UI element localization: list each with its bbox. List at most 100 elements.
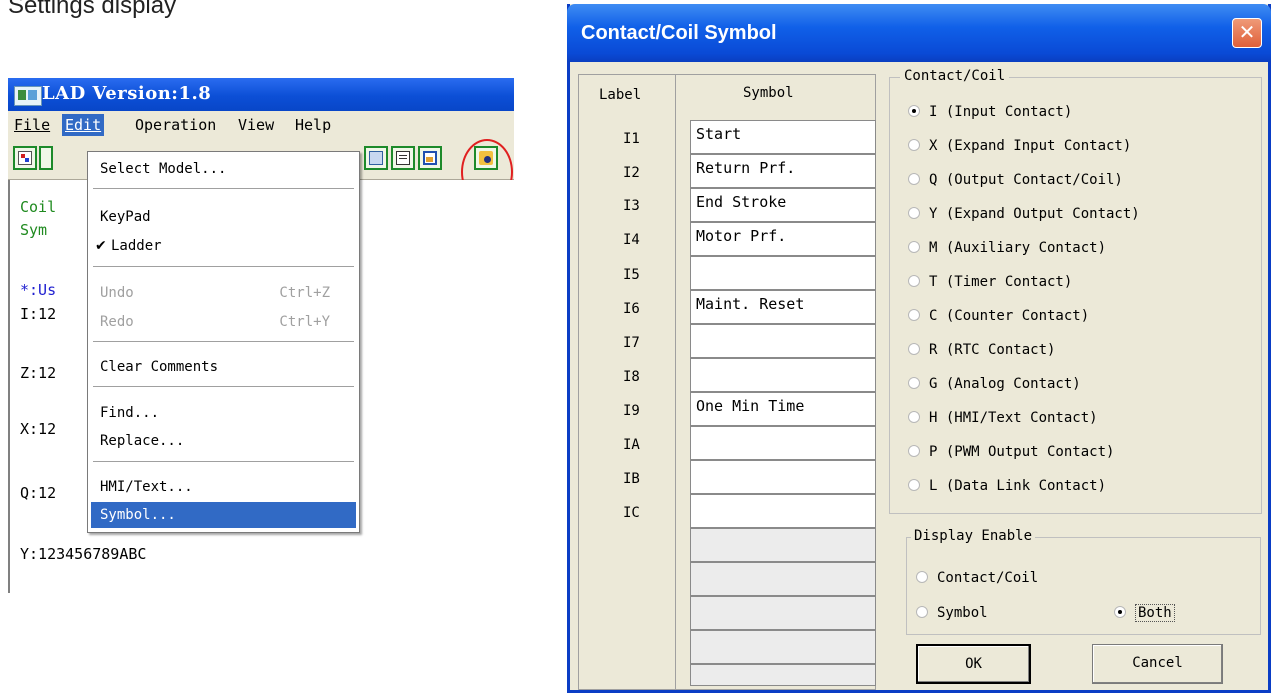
ok-button[interactable]: OK: [916, 644, 1031, 684]
dialog-title: Contact/Coil Symbol: [581, 22, 777, 44]
symbol-input[interactable]: [690, 324, 876, 358]
page-caption: Settings display: [8, 0, 177, 19]
menu-find[interactable]: Find...: [91, 400, 356, 426]
radio-input-contact[interactable]: I (Input Contact): [908, 104, 1072, 120]
monitor-button[interactable]: [364, 146, 388, 170]
menu-view-label: View: [238, 116, 275, 134]
symbol-input-disabled: [690, 630, 876, 664]
radio-expand-input-contact[interactable]: X (Expand Input Contact): [908, 138, 1131, 154]
row-label: I1: [623, 131, 640, 147]
radio-analog-contact[interactable]: G (Analog Contact): [908, 376, 1081, 392]
symbol-input[interactable]: Start: [690, 120, 876, 154]
close-button[interactable]: ✕: [1232, 18, 1262, 48]
radio-label: M (Auxiliary Contact): [929, 240, 1107, 256]
radio-display-symbol[interactable]: Symbol: [916, 605, 988, 621]
radio-dot-icon: [1114, 606, 1126, 618]
menu-separator: [93, 386, 354, 387]
content-line: Sym: [20, 221, 48, 239]
symbol-input[interactable]: [690, 460, 876, 494]
symbol-input[interactable]: End Stroke: [690, 188, 876, 222]
content-line: *:Us: [20, 281, 57, 299]
radio-timer-contact[interactable]: T (Timer Contact): [908, 274, 1072, 290]
menu-ladder[interactable]: ✔ Ladder: [91, 233, 356, 259]
content-line: Y:123456789ABC: [20, 545, 147, 563]
menu-help[interactable]: Help: [292, 114, 334, 136]
symbol-input[interactable]: [690, 426, 876, 460]
redo-shortcut: Ctrl+Y: [279, 314, 330, 330]
radio-label: X (Expand Input Contact): [929, 138, 1132, 154]
symbol-input[interactable]: Motor Prf.: [690, 222, 876, 256]
menu-operation[interactable]: Operation: [132, 114, 219, 136]
radio-pwm-output-contact[interactable]: P (PWM Output Contact): [908, 444, 1114, 460]
dialog-title-bar: Contact/Coil Symbol ✕: [567, 4, 1271, 62]
radio-dot-icon: [908, 343, 920, 355]
symbol-input[interactable]: Maint. Reset: [690, 290, 876, 324]
display-enable-group: Display Enable Contact/Coil Symbol Both: [906, 528, 1261, 635]
lad-window-title: LAD Version:1.8: [42, 83, 212, 104]
menu-hmi-text[interactable]: HMI/Text...: [91, 474, 356, 500]
radio-expand-output-contact[interactable]: Y (Expand Output Contact): [908, 206, 1140, 222]
radio-dot-icon: [916, 571, 928, 583]
menu-operation-label: Operation: [135, 116, 217, 134]
radio-label: L (Data Link Contact): [929, 478, 1107, 494]
undo-shortcut: Ctrl+Z: [279, 285, 330, 301]
radio-dot-icon: [908, 241, 920, 253]
menu-separator: [93, 461, 354, 462]
menu-edit-label: Edit: [65, 116, 102, 134]
content-line: Z:12: [20, 364, 57, 382]
row-label: I8: [623, 369, 640, 385]
symbol-input[interactable]: One Min Time: [690, 392, 876, 426]
radio-label: R (RTC Contact): [929, 342, 1056, 358]
radio-data-link-contact[interactable]: L (Data Link Contact): [908, 478, 1106, 494]
column-divider: [675, 75, 676, 689]
radio-dot-icon: [908, 207, 920, 219]
radio-label: H (HMI/Text Contact): [929, 410, 1098, 426]
radio-display-contact-coil[interactable]: Contact/Coil: [916, 570, 1038, 586]
radio-dot-icon: [908, 173, 920, 185]
menu-clear-comments[interactable]: Clear Comments: [91, 354, 356, 380]
symbol-input-disabled: [690, 596, 876, 630]
radio-label: T (Timer Contact): [929, 274, 1073, 290]
radio-label: Y (Expand Output Contact): [929, 206, 1140, 222]
menu-select-model[interactable]: Select Model...: [91, 156, 356, 182]
radio-label: Q (Output Contact/Coil): [929, 172, 1123, 188]
list-icon: [396, 151, 410, 165]
menu-redo[interactable]: Redo Ctrl+Y: [91, 309, 356, 335]
new-program-button[interactable]: [13, 146, 37, 170]
contact-coil-legend: Contact/Coil: [900, 68, 1010, 84]
contact-coil-group: Contact/Coil I (Input Contact) X (Expand…: [889, 68, 1262, 514]
menu-symbol[interactable]: Symbol...: [91, 502, 356, 528]
row-label: IB: [623, 471, 640, 487]
menu-edit[interactable]: Edit: [62, 114, 105, 136]
radio-auxiliary-contact[interactable]: M (Auxiliary Contact): [908, 240, 1106, 256]
radio-label: Contact/Coil: [937, 570, 1039, 586]
radio-dot-icon: [916, 606, 928, 618]
symbol-input[interactable]: [690, 494, 876, 528]
menu-undo-label: Undo: [100, 285, 134, 301]
symbol-input-disabled: [690, 664, 876, 686]
symbol-input[interactable]: [690, 358, 876, 392]
menu-replace[interactable]: Replace...: [91, 428, 356, 454]
radio-hmi-text-contact[interactable]: H (HMI/Text Contact): [908, 410, 1098, 426]
list-button[interactable]: [391, 146, 415, 170]
monitor-icon: [369, 151, 383, 165]
toolbar-button-2[interactable]: [39, 146, 53, 170]
radio-dot-icon: [908, 377, 920, 389]
program-icon: [18, 151, 32, 165]
radio-label: P (PWM Output Contact): [929, 444, 1115, 460]
radio-display-both[interactable]: Both: [1114, 604, 1175, 622]
window-button[interactable]: [418, 146, 442, 170]
symbol-input[interactable]: Return Prf.: [690, 154, 876, 188]
content-line: X:12: [20, 420, 57, 438]
radio-counter-contact[interactable]: C (Counter Contact): [908, 308, 1089, 324]
radio-output-contact-coil[interactable]: Q (Output Contact/Coil): [908, 172, 1123, 188]
row-label: I7: [623, 335, 640, 351]
symbol-input[interactable]: [690, 256, 876, 290]
menu-keypad[interactable]: KeyPad: [91, 204, 356, 230]
menu-view[interactable]: View: [235, 114, 277, 136]
symbol-input-disabled: [690, 528, 876, 562]
menu-undo[interactable]: Undo Ctrl+Z: [91, 280, 356, 306]
cancel-button[interactable]: Cancel: [1092, 644, 1223, 684]
menu-file[interactable]: File: [11, 114, 53, 136]
radio-rtc-contact[interactable]: R (RTC Contact): [908, 342, 1055, 358]
